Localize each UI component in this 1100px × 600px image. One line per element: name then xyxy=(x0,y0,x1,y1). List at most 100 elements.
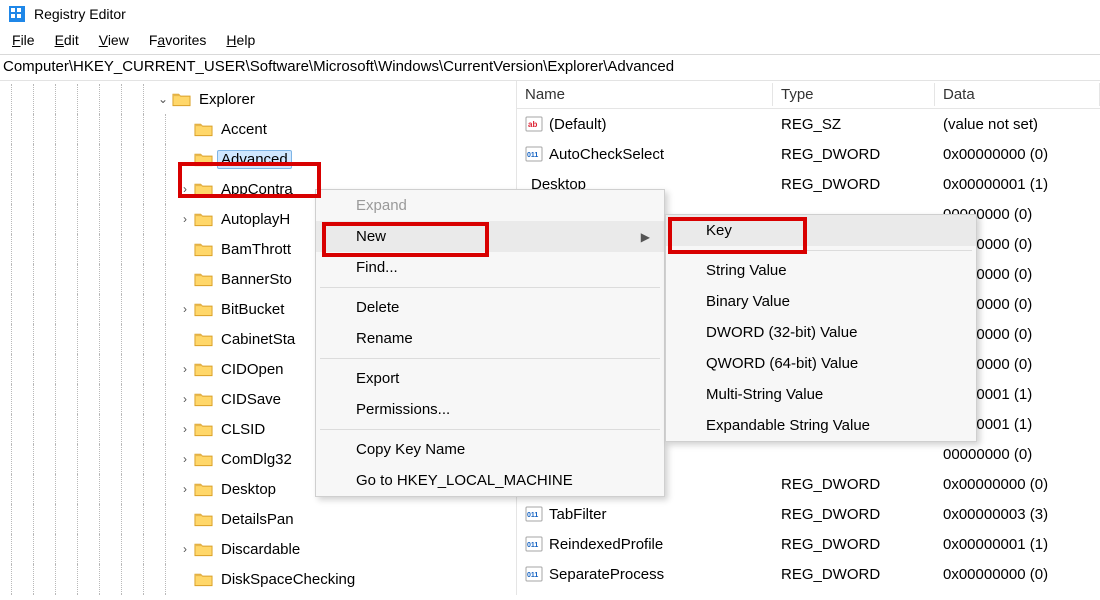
tree-label: Advanced xyxy=(217,150,292,169)
value-row[interactable]: ab(Default)REG_SZ(value not set) xyxy=(517,109,1100,139)
address-bar[interactable]: Computer\HKEY_CURRENT_USER\Software\Micr… xyxy=(0,54,1100,81)
submenu-multi-string[interactable]: Multi-String Value xyxy=(666,379,976,410)
chevron-right-icon[interactable]: › xyxy=(176,542,194,556)
value-row[interactable]: 011AutoCheckSelectREG_DWORD0x00000000 (0… xyxy=(517,139,1100,169)
chevron-right-icon[interactable]: › xyxy=(176,182,194,196)
chevron-right-icon: · xyxy=(176,122,194,136)
chevron-right-icon[interactable]: › xyxy=(176,452,194,466)
submenu-qword[interactable]: QWORD (64-bit) Value xyxy=(666,348,976,379)
submenu-binary[interactable]: Binary Value xyxy=(666,286,976,317)
ctx-expand: Expand xyxy=(316,190,664,221)
svg-text:ab: ab xyxy=(528,120,537,129)
folder-icon xyxy=(194,241,213,257)
tree-label: ComDlg32 xyxy=(217,450,296,469)
tree-label: Discardable xyxy=(217,540,304,559)
value-type: REG_DWORD xyxy=(773,536,935,553)
chevron-right-icon[interactable]: › xyxy=(176,212,194,226)
chevron-right-icon: ▶ xyxy=(641,230,650,244)
value-name: ReindexedProfile xyxy=(549,536,663,553)
value-row[interactable]: 011 SeparateProcess REG_DWORD0x00000000 (0… xyxy=(517,559,1100,589)
chevron-right-icon[interactable]: › xyxy=(176,482,194,496)
chevron-right-icon: · xyxy=(176,572,194,586)
dword-value-icon: 011 xyxy=(525,145,543,163)
folder-icon xyxy=(194,301,213,317)
value-row[interactable]: 011TabFilterREG_DWORD0x00000003 (3) xyxy=(517,499,1100,529)
value-name: (Default) xyxy=(549,116,607,133)
chevron-right-icon[interactable]: › xyxy=(176,392,194,406)
folder-icon xyxy=(194,151,213,167)
title-bar: Registry Editor xyxy=(0,0,1100,30)
tree-item[interactable]: ·ExtractionWizard xyxy=(0,594,516,595)
dword-value-icon: 011 xyxy=(525,565,543,583)
folder-icon xyxy=(194,121,213,137)
value-data: 00000000 (0) xyxy=(935,446,1100,463)
tree-item[interactable]: ·DiskSpaceChecking xyxy=(0,564,516,594)
folder-icon xyxy=(194,481,213,497)
folder-icon xyxy=(194,211,213,227)
folder-icon xyxy=(172,91,191,107)
value-row[interactable]: 011ReindexedProfileREG_DWORD0x00000001 (… xyxy=(517,529,1100,559)
tree-label: CabinetSta xyxy=(217,330,299,349)
values-header: Name Type Data xyxy=(517,81,1100,109)
tree-item-explorer[interactable]: ⌄ Explorer xyxy=(0,84,516,114)
value-type: REG_DWORD xyxy=(773,146,935,163)
chevron-right-icon: · xyxy=(176,242,194,256)
tree-label: BannerSto xyxy=(217,270,296,289)
value-type: REG_DWORD xyxy=(773,506,935,523)
ctx-permissions[interactable]: Permissions... xyxy=(316,394,664,425)
folder-icon xyxy=(194,391,213,407)
column-header-type[interactable]: Type xyxy=(773,83,935,106)
submenu-dword[interactable]: DWORD (32-bit) Value xyxy=(666,317,976,348)
ctx-new[interactable]: New ▶ xyxy=(316,221,664,252)
menu-view[interactable]: View xyxy=(99,32,129,48)
chevron-right-icon[interactable]: › xyxy=(176,362,194,376)
ctx-find[interactable]: Find... xyxy=(316,252,664,283)
ctx-rename[interactable]: Rename xyxy=(316,323,664,354)
tree-label: DetailsPan xyxy=(217,510,298,529)
ctx-copy-key-name[interactable]: Copy Key Name xyxy=(316,434,664,465)
column-header-name[interactable]: Name xyxy=(517,83,773,106)
tree-label: AppContra xyxy=(217,180,297,199)
ctx-delete[interactable]: Delete xyxy=(316,292,664,323)
ctx-new-label: New xyxy=(356,228,386,245)
tree-item[interactable]: · Advanced xyxy=(0,144,516,174)
folder-icon xyxy=(194,571,213,587)
tree-item[interactable]: ·Accent xyxy=(0,114,516,144)
window-title: Registry Editor xyxy=(34,6,126,22)
value-name: SeparateProcess xyxy=(549,566,664,583)
submenu-expandable-string[interactable]: Expandable String Value xyxy=(666,410,976,441)
menu-favorites[interactable]: Favorites xyxy=(149,32,207,48)
separator xyxy=(320,287,660,288)
value-type: REG_DWORD xyxy=(773,476,935,493)
chevron-right-icon: · xyxy=(176,272,194,286)
chevron-right-icon[interactable]: › xyxy=(176,422,194,436)
column-header-data[interactable]: Data xyxy=(935,83,1100,106)
value-type: REG_DWORD xyxy=(773,566,935,583)
tree-item[interactable]: ·DetailsPan xyxy=(0,504,516,534)
menu-file[interactable]: File xyxy=(12,32,35,48)
folder-icon xyxy=(194,451,213,467)
tree-label: Explorer xyxy=(195,90,259,109)
value-type: REG_SZ xyxy=(773,116,935,133)
tree-item[interactable]: › Discardable xyxy=(0,534,516,564)
svg-text:011: 011 xyxy=(527,152,538,159)
folder-icon xyxy=(194,511,213,527)
value-data: 0x00000001 (1) xyxy=(935,176,1100,193)
value-data: 0x00000000 (0) xyxy=(935,146,1100,163)
app-icon xyxy=(8,5,26,23)
chevron-down-icon[interactable]: ⌄ xyxy=(154,92,172,106)
chevron-right-icon[interactable]: › xyxy=(176,302,194,316)
ctx-goto[interactable]: Go to HKEY_LOCAL_MACHINE xyxy=(316,465,664,496)
separator xyxy=(670,250,972,251)
context-menu: Expand New ▶ Find... Delete Rename Expor… xyxy=(315,189,665,497)
value-data: 0x00000000 (0) xyxy=(935,566,1100,583)
folder-icon xyxy=(194,181,213,197)
menu-edit[interactable]: Edit xyxy=(55,32,79,48)
value-type: REG_DWORD xyxy=(773,176,935,193)
tree-label: CLSID xyxy=(217,420,269,439)
menu-help[interactable]: Help xyxy=(226,32,255,48)
chevron-right-icon: · xyxy=(176,152,194,166)
submenu-string[interactable]: String Value xyxy=(666,255,976,286)
submenu-key[interactable]: Key xyxy=(666,215,976,246)
ctx-export[interactable]: Export xyxy=(316,363,664,394)
